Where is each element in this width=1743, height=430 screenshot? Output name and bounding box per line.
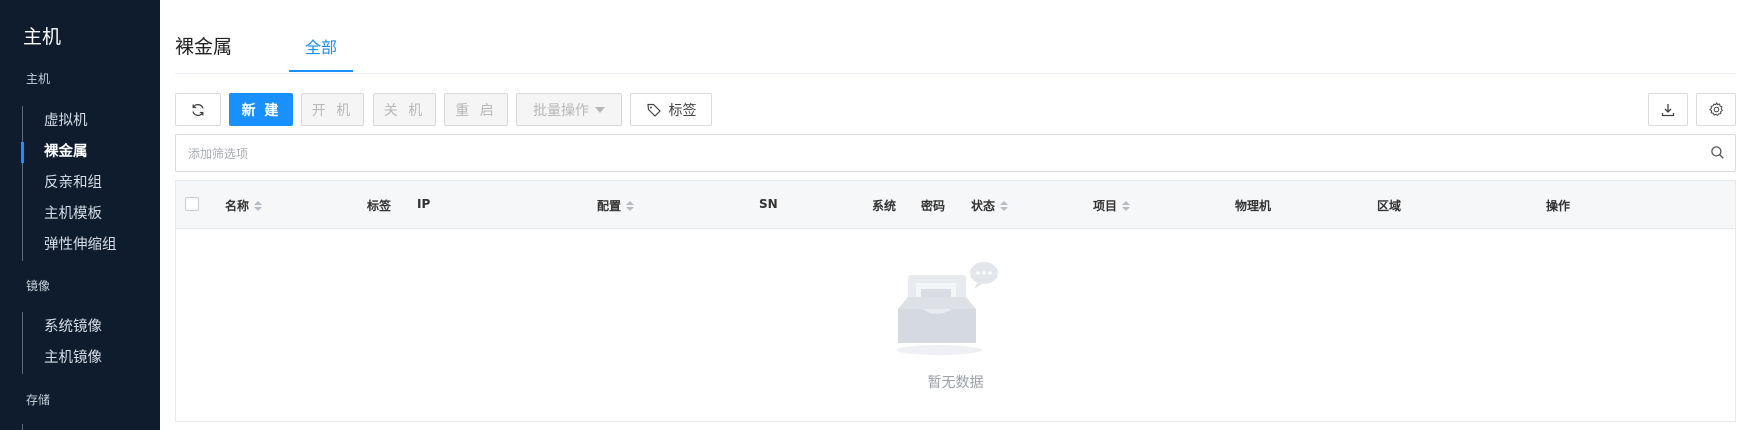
tag-icon	[646, 103, 661, 117]
empty-state-text: 暂无数据	[927, 375, 984, 391]
col-config[interactable]: 配置	[597, 197, 635, 214]
gear-icon	[1708, 102, 1723, 117]
settings-button[interactable]	[1696, 93, 1736, 126]
col-ip-label: IP	[417, 197, 431, 211]
sidebar-item-host-template[interactable]: 主机模板	[23, 199, 117, 230]
caret-down-icon	[595, 106, 605, 113]
col-password: 密码	[921, 197, 945, 214]
col-ip: IP	[417, 197, 430, 211]
page-title: 裸金属	[175, 36, 233, 58]
filter-search-box[interactable]: 添加筛选项	[175, 134, 1736, 172]
col-status-label: 状态	[971, 199, 996, 213]
sidebar-item-system-image[interactable]: 系统镜像	[23, 312, 102, 343]
new-button[interactable]: 新 建	[229, 93, 293, 126]
col-config-label: 配置	[597, 199, 622, 213]
search-placeholder: 添加筛选项	[188, 147, 249, 161]
sidebar-item-host-image[interactable]: 主机镜像	[23, 343, 102, 374]
sort-icon	[1122, 200, 1131, 211]
sidebar: 主机 主机 虚拟机 裸金属 反亲和组 主机模板 弹性伸缩组 镜像 系统镜像 主机…	[0, 0, 160, 430]
col-zone-label: 区域	[1377, 199, 1402, 213]
download-button[interactable]	[1648, 93, 1688, 126]
col-tags: 标签	[367, 197, 391, 214]
sidebar-item-anti-affinity[interactable]: 反亲和组	[23, 168, 117, 199]
col-zone: 区域	[1377, 197, 1401, 214]
refresh-icon	[192, 103, 204, 116]
col-os-label: 系统	[872, 199, 897, 213]
col-sn-label: SN	[759, 197, 778, 211]
tag-button-label: 标签	[668, 102, 697, 119]
select-all-checkbox[interactable]	[185, 197, 199, 211]
sidebar-group-storage: 存储	[26, 393, 51, 407]
sidebar-item-vm[interactable]: 虚拟机	[23, 106, 117, 137]
sidebar-group-host: 主机	[26, 72, 51, 86]
sort-icon	[626, 200, 635, 211]
col-sn: SN	[759, 197, 778, 211]
col-os: 系统	[872, 197, 896, 214]
col-host: 物理机	[1235, 197, 1271, 214]
tag-button[interactable]: 标签	[630, 93, 712, 126]
col-status[interactable]: 状态	[971, 197, 1009, 214]
power-off-button[interactable]: 关 机	[373, 93, 436, 126]
tab-all[interactable]: 全部	[289, 34, 353, 72]
tabs-divider	[175, 73, 1736, 74]
tab-all-label: 全部	[304, 38, 337, 57]
col-host-label: 物理机	[1235, 199, 1272, 213]
empty-inbox-icon	[896, 262, 998, 355]
col-actions: 操作	[1546, 197, 1570, 214]
sidebar-group-image: 镜像	[26, 279, 51, 293]
batch-actions-label: 批量操作	[533, 102, 589, 119]
col-project-label: 项目	[1093, 199, 1118, 213]
refresh-button[interactable]	[175, 93, 221, 126]
sidebar-divider	[22, 424, 23, 430]
sidebar-list-host: 虚拟机 裸金属 反亲和组 主机模板 弹性伸缩组	[21, 106, 117, 261]
download-icon	[1661, 103, 1675, 116]
col-password-label: 密码	[921, 199, 946, 213]
sort-icon	[1000, 200, 1009, 211]
sidebar-list-image: 系统镜像 主机镜像	[22, 312, 102, 374]
search-icon[interactable]	[1710, 145, 1725, 160]
main-content: 裸金属 全部 新 建 开 机 关 机 重 启 批量操作 标签 添加筛选项 名称 …	[160, 0, 1743, 430]
col-name-label: 名称	[225, 199, 250, 213]
sidebar-item-baremetal[interactable]: 裸金属	[21, 137, 117, 168]
table-header: 名称 标签 IP 配置 SN 系统 密码 状态 项目 物理机 区域 操作	[176, 181, 1735, 229]
col-project[interactable]: 项目	[1093, 197, 1131, 214]
sidebar-title: 主机	[23, 26, 62, 48]
sidebar-item-autoscaling[interactable]: 弹性伸缩组	[23, 230, 117, 261]
batch-actions-dropdown[interactable]: 批量操作	[516, 93, 622, 126]
col-actions-label: 操作	[1546, 199, 1571, 213]
col-tags-label: 标签	[367, 199, 392, 213]
power-on-button[interactable]: 开 机	[301, 93, 364, 126]
restart-button[interactable]: 重 启	[444, 93, 508, 126]
sort-icon	[254, 200, 263, 211]
baremetal-table: 名称 标签 IP 配置 SN 系统 密码 状态 项目 物理机 区域 操作 暂无数…	[175, 180, 1736, 422]
col-name[interactable]: 名称	[225, 197, 263, 214]
